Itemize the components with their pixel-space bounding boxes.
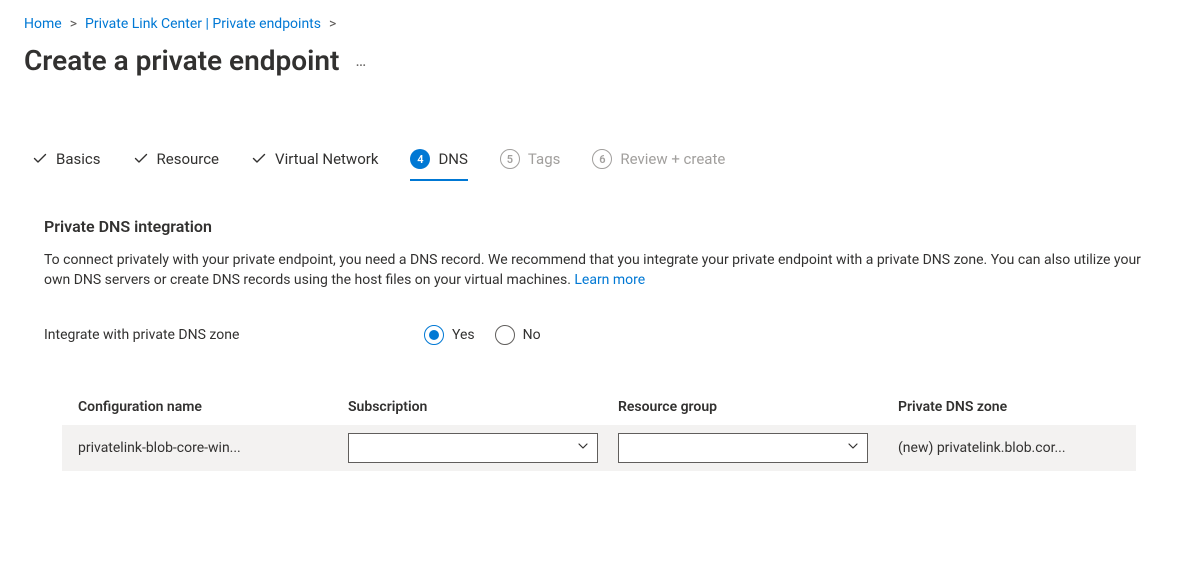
- tab-review-create[interactable]: 6 Review + create: [592, 149, 725, 181]
- radio-yes[interactable]: Yes: [424, 325, 475, 345]
- tab-resource[interactable]: Resource: [133, 150, 220, 180]
- page-title-row: Create a private endpoint …: [24, 44, 1156, 77]
- breadcrumb: Home > Private Link Center | Private end…: [24, 16, 1156, 32]
- cell-resource-group: [618, 433, 898, 463]
- step-number-icon: 4: [410, 149, 430, 169]
- subscription-select[interactable]: [348, 433, 598, 463]
- tab-dns[interactable]: 4 DNS: [410, 149, 467, 181]
- step-number-icon: 6: [592, 149, 612, 169]
- tab-basics[interactable]: Basics: [32, 150, 101, 180]
- step-number-icon: 5: [500, 149, 520, 169]
- tab-label: Review + create: [620, 150, 725, 168]
- section-description: To connect privately with your private e…: [24, 250, 1154, 291]
- tab-label: DNS: [438, 150, 467, 168]
- radio-no[interactable]: No: [495, 325, 541, 345]
- check-icon: [251, 151, 267, 167]
- radio-icon: [495, 325, 515, 345]
- tab-label: Tags: [528, 150, 560, 168]
- table-header-row: Configuration name Subscription Resource…: [62, 389, 1136, 425]
- check-icon: [32, 151, 48, 167]
- tab-label: Basics: [56, 150, 101, 168]
- breadcrumb-private-link-center[interactable]: Private Link Center | Private endpoints: [85, 16, 321, 32]
- integrate-dns-radio-group: Yes No: [424, 325, 541, 345]
- radio-label: No: [523, 327, 541, 343]
- breadcrumb-separator: >: [70, 16, 77, 32]
- tab-tags[interactable]: 5 Tags: [500, 149, 560, 181]
- col-header-resource-group: Resource group: [618, 399, 898, 415]
- tab-label: Resource: [157, 150, 220, 168]
- check-icon: [133, 151, 149, 167]
- chevron-down-icon: [577, 440, 589, 456]
- cell-config-name: privatelink-blob-core-win...: [78, 440, 348, 456]
- breadcrumb-separator: >: [329, 16, 336, 32]
- chevron-down-icon: [847, 440, 859, 456]
- col-header-private-dns-zone: Private DNS zone: [898, 399, 1120, 415]
- radio-label: Yes: [452, 327, 475, 343]
- integrate-dns-row: Integrate with private DNS zone Yes No: [24, 325, 1156, 345]
- cell-subscription: [348, 433, 618, 463]
- col-header-subscription: Subscription: [348, 399, 618, 415]
- breadcrumb-home[interactable]: Home: [24, 16, 62, 32]
- learn-more-link[interactable]: Learn more: [574, 272, 645, 288]
- page-title: Create a private endpoint: [24, 44, 339, 77]
- more-icon[interactable]: …: [355, 51, 367, 70]
- tab-label: Virtual Network: [275, 150, 378, 168]
- integrate-dns-label: Integrate with private DNS zone: [44, 327, 424, 343]
- tab-virtual-network[interactable]: Virtual Network: [251, 150, 378, 180]
- cell-private-dns-zone: (new) privatelink.blob.cor...: [898, 440, 1120, 456]
- col-header-config: Configuration name: [78, 399, 348, 415]
- wizard-tabs: Basics Resource Virtual Network 4 DNS 5 …: [24, 149, 1156, 181]
- section-heading-dns-integration: Private DNS integration: [24, 217, 1156, 236]
- table-row: privatelink-blob-core-win... (new) priva…: [62, 425, 1136, 471]
- radio-icon: [424, 325, 444, 345]
- resource-group-select[interactable]: [618, 433, 868, 463]
- dns-zone-table: Configuration name Subscription Resource…: [24, 389, 1156, 471]
